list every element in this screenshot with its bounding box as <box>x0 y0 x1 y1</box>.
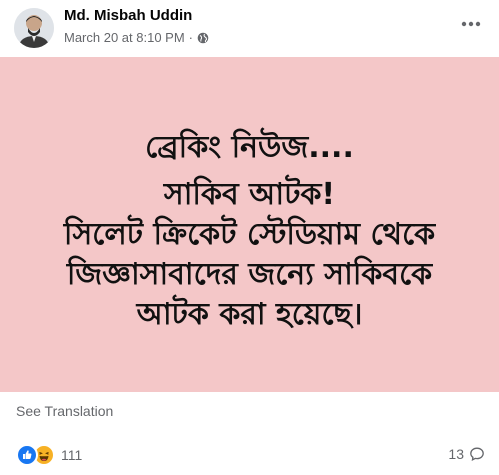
like-icon <box>16 444 38 466</box>
post-image[interactable]: ব্রেকিং নিউজ.... সাকিব আটক! সিলেট ক্রিকে… <box>0 57 499 392</box>
post-footer: 111 13 <box>0 440 499 475</box>
see-translation-link[interactable]: See Translation <box>16 403 113 419</box>
image-line: সাকিব আটক! <box>163 177 336 212</box>
post-header: Md. Misbah Uddin March 20 at 8:10 PM · <box>0 0 499 56</box>
image-line: আটক করা হয়েছে। <box>136 297 363 332</box>
reactions-summary[interactable]: 111 <box>16 444 82 466</box>
avatar[interactable] <box>14 8 54 48</box>
reaction-count: 111 <box>61 447 83 463</box>
meta-separator: · <box>188 30 194 45</box>
image-body-text: সাকিব আটক! সিলেট ক্রিকেট স্টেডিয়াম থেকে… <box>0 175 499 335</box>
comments-summary[interactable]: 13 <box>448 446 485 462</box>
image-headline: ব্রেকিং নিউজ.... <box>145 130 354 165</box>
image-line: সিলেট ক্রিকেট স্টেডিয়াম থেকে <box>63 217 436 252</box>
post-timestamp[interactable]: March 20 at 8:10 PM <box>64 30 185 45</box>
comment-icon <box>469 446 485 462</box>
comment-count: 13 <box>448 446 464 462</box>
more-horizontal-icon[interactable] <box>457 12 485 36</box>
author-name[interactable]: Md. Misbah Uddin <box>64 7 192 24</box>
globe-icon <box>197 32 209 44</box>
image-line: জিজ্ঞাসাবাদের জন্যে সাকিবকে <box>66 257 433 292</box>
post-meta: March 20 at 8:10 PM · <box>64 30 209 45</box>
